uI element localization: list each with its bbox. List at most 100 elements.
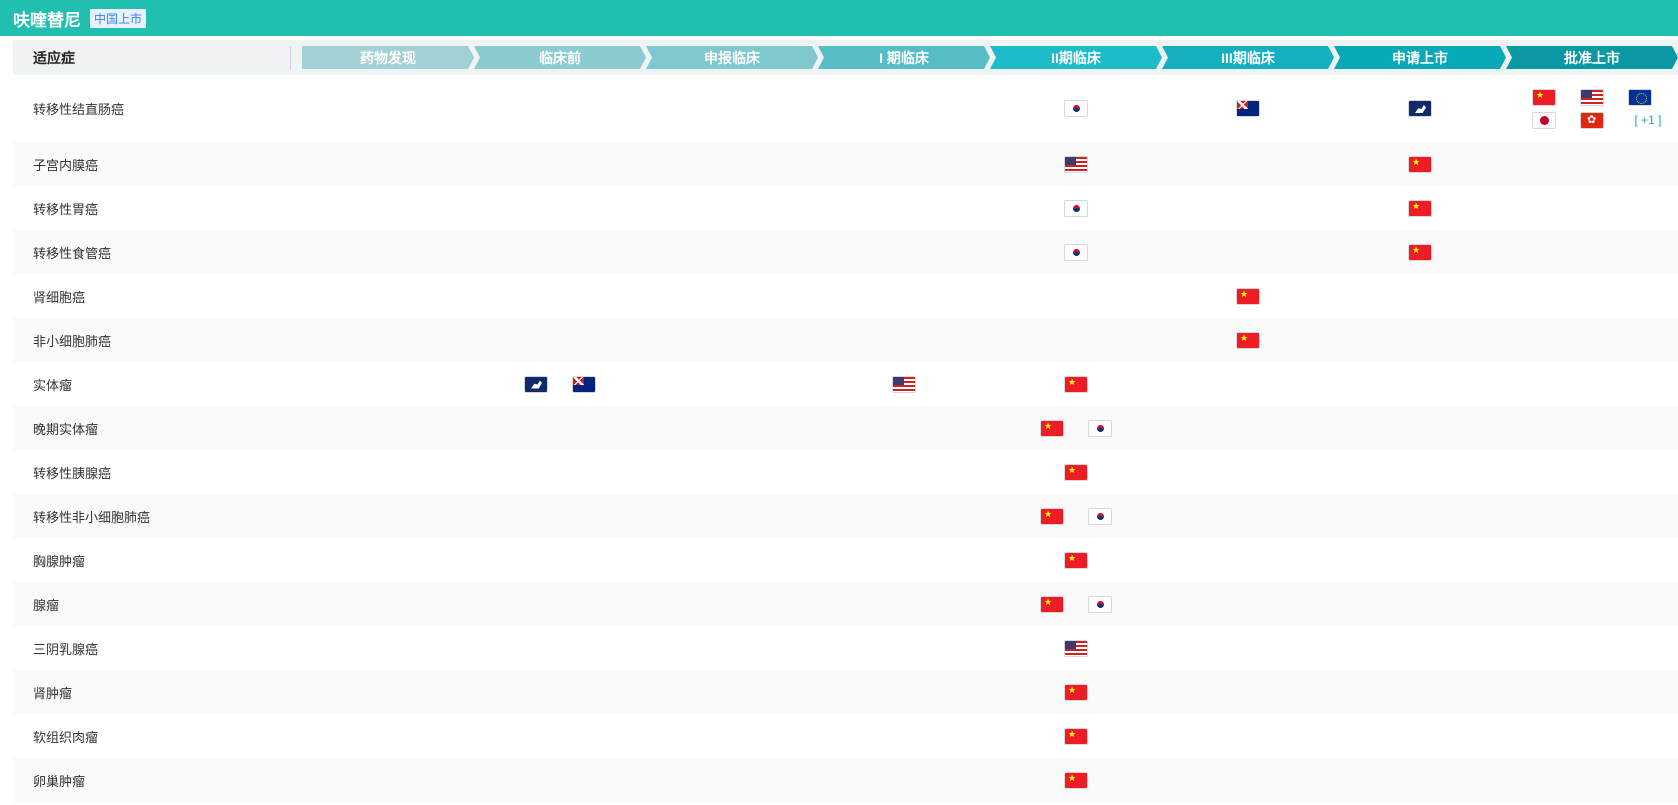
stage-cell [474,670,646,714]
flag-eumap-icon[interactable] [524,375,548,393]
stage-cell [1506,362,1678,406]
flag-cn-icon[interactable] [1408,243,1432,261]
stage-7: 批准上市 [1506,46,1678,69]
indication-label[interactable]: 非小细胞肺癌 [13,331,291,350]
table-row: 转移性胰腺癌 [13,450,1678,494]
flag-cn-icon[interactable] [1408,155,1432,173]
flag-cn-icon[interactable] [1236,331,1260,349]
flag-au-icon[interactable] [572,375,596,393]
flag-hk-icon[interactable] [1580,111,1604,129]
stage-cell [1162,538,1334,582]
stage-cell [302,494,474,538]
stage-cell [1162,450,1334,494]
indication-label[interactable]: 软组织肉瘤 [13,727,291,746]
stage-6: 申请上市 [1334,46,1506,69]
indication-label[interactable]: 三阴乳腺癌 [13,639,291,658]
stage-cell [1162,626,1334,670]
stage-cell [818,362,990,406]
flag-cn-icon[interactable] [1064,463,1088,481]
status-badge: 中国上市 [90,8,147,28]
flag-cn-icon[interactable] [1040,419,1064,437]
stage-cell [1334,362,1506,406]
stage-cell [302,318,474,362]
stage-cell [1506,714,1678,758]
stage-cell [302,186,474,230]
flag-eu-icon[interactable] [1628,88,1652,106]
flag-kr-icon[interactable] [1088,507,1112,525]
stage-cell [1506,186,1678,230]
indication-label[interactable]: 转移性结直肠癌 [13,99,291,118]
stage-cell [818,758,990,802]
flag-cn-icon[interactable] [1408,199,1432,217]
stage-cell [1334,142,1506,186]
stage-0: 药物发现 [302,46,474,69]
flag-au-icon[interactable] [1236,100,1260,117]
flag-cn-icon[interactable] [1064,375,1088,393]
stage-cell [1506,406,1678,450]
stage-cell [302,450,474,494]
stage-cell [1506,538,1678,582]
stage-cell [990,362,1162,406]
stage-cell [1162,406,1334,450]
stage-cell [818,318,990,362]
flag-cn-icon[interactable] [1064,771,1088,789]
stage-cell [302,758,474,802]
flag-eumap-icon[interactable] [1408,100,1432,117]
flag-cn-icon[interactable] [1236,287,1260,305]
stage-cell [1506,582,1678,626]
flag-cn-icon[interactable] [1064,727,1088,745]
stage-cell [1334,670,1506,714]
stage-cell [302,582,474,626]
indication-label[interactable]: 转移性食管癌 [13,243,291,262]
flag-cn-icon[interactable] [1064,551,1088,569]
stage-cell [1162,758,1334,802]
stage-cell [646,758,818,802]
stage-cell [474,75,646,142]
indication-label[interactable]: 卵巢肿瘤 [13,771,291,790]
indication-column-header: 适应症 [13,46,291,69]
stage-cell [1162,274,1334,318]
stage-cell [474,230,646,274]
indication-label[interactable]: 子宫内膜癌 [13,155,291,174]
stage-cell [646,230,818,274]
indication-label[interactable]: 肾细胞癌 [13,287,291,306]
stage-cell [1162,142,1334,186]
indication-label[interactable]: 转移性胃癌 [13,199,291,218]
indication-label[interactable]: 肾肿瘤 [13,683,291,702]
stage-cell [1162,494,1334,538]
flag-kr-icon[interactable] [1064,199,1088,217]
indication-label[interactable]: 实体瘤 [13,375,291,394]
flag-us-icon[interactable] [1064,155,1088,173]
flag-cn-icon[interactable] [1040,595,1064,613]
stage-cell: [ +1 ] [1506,75,1678,142]
indication-label[interactable]: 腺瘤 [13,595,291,614]
stage-cell [474,494,646,538]
indication-label[interactable]: 转移性非小细胞肺癌 [13,507,291,526]
flag-cn-icon[interactable] [1532,88,1556,106]
flag-us-icon[interactable] [1580,88,1604,106]
more-countries-link[interactable]: [ +1 ] [1628,113,1668,127]
indication-label[interactable]: 晚期实体瘤 [13,419,291,438]
stage-cell [990,758,1162,802]
stage-cell [302,538,474,582]
flag-kr-icon[interactable] [1088,419,1112,437]
stage-cell [818,670,990,714]
flag-us-icon[interactable] [1064,639,1088,657]
flag-jp-icon[interactable] [1532,111,1556,129]
drug-title: 呋喹替尼 [13,10,81,30]
flag-cn-icon[interactable] [1040,507,1064,525]
flag-cn-icon[interactable] [1064,683,1088,701]
stage-cell [818,626,990,670]
stage-cell [646,318,818,362]
table-header: 适应症 药物发现 临床前 申报临床 I 期临床 II期临床 III期临床 申请上市 批准上市 [13,40,1678,75]
flag-us-icon[interactable] [892,375,916,393]
flag-kr-icon[interactable] [1064,243,1088,261]
stage-cell [1334,75,1506,142]
indication-label[interactable]: 胸腺肿瘤 [13,551,291,570]
stage-cell [646,75,818,142]
stage-cell [1506,670,1678,714]
flag-kr-icon[interactable] [1064,100,1088,117]
stage-cell [990,494,1162,538]
indication-label[interactable]: 转移性胰腺癌 [13,463,291,482]
flag-kr-icon[interactable] [1088,595,1112,613]
